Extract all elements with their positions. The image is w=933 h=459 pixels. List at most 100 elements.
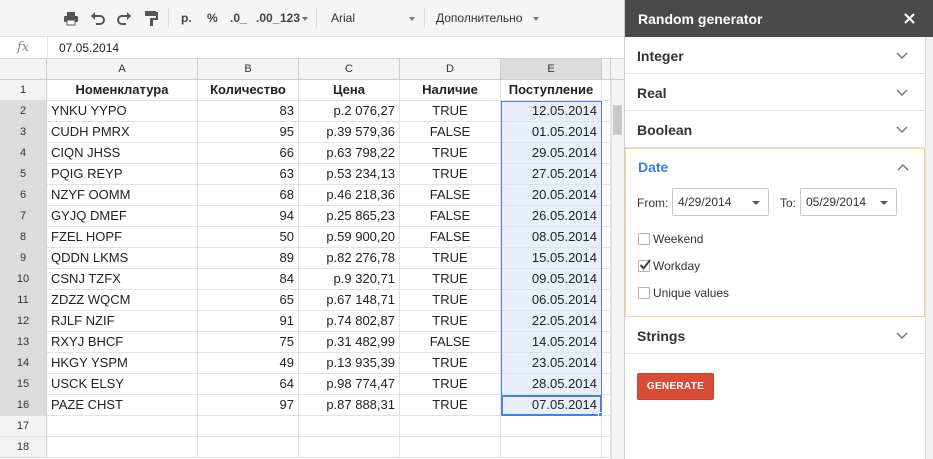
table-cell[interactable]: р.67 148,71 [299, 290, 400, 311]
table-cell[interactable]: CUDH PMRX [47, 122, 198, 143]
table-cell[interactable]: р.53 234,13 [299, 164, 400, 185]
unique-values-checkbox[interactable] [638, 287, 650, 299]
table-cell[interactable]: TRUE [400, 290, 501, 311]
table-cell[interactable]: TRUE [400, 143, 501, 164]
empty-cell[interactable] [602, 227, 611, 248]
table-cell[interactable]: р.9 320,71 [299, 269, 400, 290]
column-title-cell[interactable]: Номенклатура [47, 80, 198, 101]
column-header-e[interactable]: E [501, 59, 602, 80]
table-cell[interactable]: CSNJ TZFX [47, 269, 198, 290]
table-cell[interactable]: 14.05.2014 [501, 332, 602, 353]
format-currency-button[interactable]: р. [181, 11, 192, 25]
table-cell[interactable]: р.74 802,87 [299, 311, 400, 332]
table-cell[interactable]: 20.05.2014 [501, 185, 602, 206]
row-header-4[interactable]: 4 [0, 143, 47, 164]
table-cell[interactable]: 22.05.2014 [501, 311, 602, 332]
column-title-cell[interactable]: Поступление [501, 80, 602, 101]
table-cell[interactable]: 29.05.2014 [501, 143, 602, 164]
table-cell[interactable]: FALSE [400, 206, 501, 227]
column-header-d[interactable]: D [400, 59, 501, 80]
table-cell[interactable]: р.31 482,99 [299, 332, 400, 353]
table-cell[interactable]: 97 [198, 395, 299, 416]
table-cell[interactable]: TRUE [400, 311, 501, 332]
table-cell[interactable]: 50 [198, 227, 299, 248]
empty-cell[interactable] [602, 206, 611, 227]
table-cell[interactable]: р.25 865,23 [299, 206, 400, 227]
empty-cell[interactable] [602, 101, 611, 122]
empty-cell[interactable] [602, 164, 611, 185]
print-icon[interactable] [61, 9, 81, 27]
chevron-up-icon[interactable] [896, 160, 910, 174]
empty-cell[interactable] [501, 416, 602, 437]
empty-cell[interactable] [602, 122, 611, 143]
row-header-5[interactable]: 5 [0, 164, 47, 185]
table-cell[interactable]: 23.05.2014 [501, 353, 602, 374]
table-cell[interactable]: р.87 888,31 [299, 395, 400, 416]
table-cell[interactable]: 94 [198, 206, 299, 227]
to-date-select[interactable]: 05/29/2014 [800, 188, 897, 216]
section-boolean[interactable]: Boolean [625, 111, 925, 148]
row-header-2[interactable]: 2 [0, 101, 47, 122]
table-cell[interactable]: RJLF NZIF [47, 311, 198, 332]
table-cell[interactable]: р.82 276,78 [299, 248, 400, 269]
section-strings[interactable]: Strings [625, 317, 925, 354]
fill-handle[interactable] [598, 412, 603, 417]
table-cell[interactable]: р.98 774,47 [299, 374, 400, 395]
table-cell[interactable]: TRUE [400, 269, 501, 290]
empty-cell[interactable] [400, 437, 501, 458]
sidebar-scrollbar[interactable] [925, 37, 933, 459]
table-cell[interactable]: PAZE CHST [47, 395, 198, 416]
section-date-label[interactable]: Date [638, 159, 668, 175]
empty-cell[interactable] [602, 311, 611, 332]
table-cell[interactable]: 06.05.2014 [501, 290, 602, 311]
row-header-10[interactable]: 10 [0, 269, 47, 290]
table-cell[interactable]: 28.05.2014 [501, 374, 602, 395]
row-header-9[interactable]: 9 [0, 248, 47, 269]
row-header-3[interactable]: 3 [0, 122, 47, 143]
row-header-6[interactable]: 6 [0, 185, 47, 206]
table-cell[interactable]: 95 [198, 122, 299, 143]
format-percent-button[interactable]: % [207, 11, 218, 25]
row-header-15[interactable]: 15 [0, 374, 47, 395]
row-header-7[interactable]: 7 [0, 206, 47, 227]
column-title-cell[interactable]: Наличие [400, 80, 501, 101]
empty-cell[interactable] [602, 416, 611, 437]
table-cell[interactable]: 75 [198, 332, 299, 353]
empty-cell[interactable] [602, 80, 611, 101]
undo-icon[interactable] [88, 9, 108, 27]
vertical-scrollbar[interactable] [611, 80, 624, 459]
row-header-18[interactable]: 18 [0, 437, 47, 458]
empty-cell[interactable] [299, 416, 400, 437]
increase-decimal-button[interactable]: .00_ [256, 11, 279, 25]
column-title-cell[interactable]: Количество [198, 80, 299, 101]
table-cell[interactable]: FZEL HOPF [47, 227, 198, 248]
empty-cell[interactable] [602, 248, 611, 269]
paint-format-icon[interactable] [141, 9, 161, 27]
section-real[interactable]: Real [625, 74, 925, 111]
table-cell[interactable]: QDDN LKMS [47, 248, 198, 269]
table-cell[interactable]: HKGY YSPM [47, 353, 198, 374]
empty-cell[interactable] [602, 437, 611, 458]
table-cell[interactable]: ZDZZ WQCM [47, 290, 198, 311]
decrease-decimal-button[interactable]: .0_ [230, 11, 247, 25]
table-cell[interactable]: FALSE [400, 227, 501, 248]
section-integer[interactable]: Integer [625, 37, 925, 74]
more-menu-button[interactable]: Дополнительно [436, 11, 522, 25]
empty-cell[interactable] [198, 437, 299, 458]
table-cell[interactable]: 64 [198, 374, 299, 395]
empty-cell[interactable] [602, 290, 611, 311]
table-cell[interactable]: TRUE [400, 164, 501, 185]
table-cell[interactable]: RXYJ BHCF [47, 332, 198, 353]
table-cell[interactable]: 12.05.2014 [501, 101, 602, 122]
table-cell[interactable]: р.63 798,22 [299, 143, 400, 164]
row-header-11[interactable]: 11 [0, 290, 47, 311]
table-cell[interactable]: 27.05.2014 [501, 164, 602, 185]
table-cell[interactable]: 89 [198, 248, 299, 269]
table-cell[interactable]: 08.05.2014 [501, 227, 602, 248]
row-header-1[interactable]: 1 [0, 80, 47, 101]
table-cell[interactable]: FALSE [400, 185, 501, 206]
table-cell[interactable]: 66 [198, 143, 299, 164]
empty-cell[interactable] [47, 437, 198, 458]
table-cell[interactable]: 65 [198, 290, 299, 311]
empty-cell[interactable] [299, 437, 400, 458]
